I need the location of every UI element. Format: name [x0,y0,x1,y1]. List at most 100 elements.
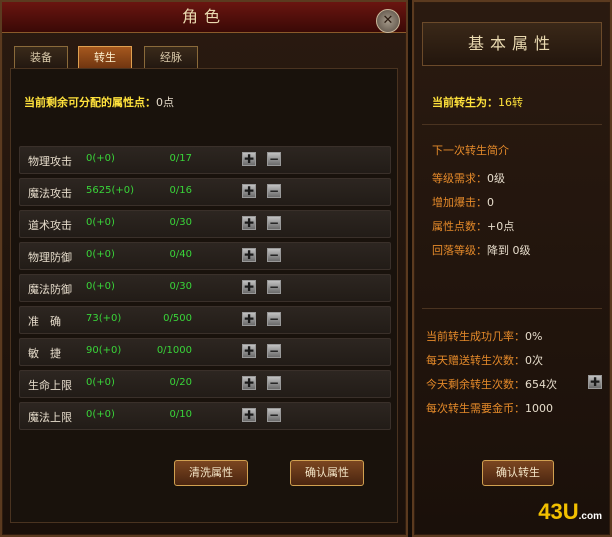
tab-rebirth[interactable]: 转生 [78,46,132,70]
attribute-value: 0(+0) [86,377,115,388]
level-req-value: 0级 [487,172,505,185]
minus-icon[interactable]: − [267,408,281,422]
minus-icon[interactable]: − [267,312,281,326]
attribute-progress: 0/500 [163,313,192,324]
attribute-progress: 0/10 [169,409,192,420]
success-rate-line: 当前转生成功几率：0% [426,328,542,344]
minus-icon[interactable]: − [267,280,281,294]
attribute-progress: 0/16 [169,185,192,196]
points-value: 0点 [156,96,174,109]
panel-title: 角色 [2,2,406,33]
level-req-line: 等级需求：0级 [432,170,505,186]
confirm-attributes-button[interactable]: 确认属性 [290,460,364,486]
attribute-value: 5625(+0) [86,185,134,196]
logo-text: 43U [538,499,579,524]
points-line-right: 属性点数：+0点 [432,218,514,234]
current-rebirth-line: 当前转生为：16转 [432,94,523,110]
points-label: 当前剩余可分配的属性点： [24,96,156,109]
attribute-row: 敏 捷 90(+0) 0/1000 ✚ − [19,338,391,366]
current-rebirth-label: 当前转生为： [432,96,498,109]
crit-label: 增加爆击： [432,196,487,209]
attribute-row: 魔法攻击 5625(+0) 0/16 ✚ − [19,178,391,206]
plus-icon[interactable]: ✚ [242,184,256,198]
gold-value: 1000 [525,402,553,415]
success-rate-value: 0% [525,330,543,343]
divider [422,124,602,125]
attribute-value: 73(+0) [86,313,122,324]
drop-level-label: 回落等级： [432,244,487,257]
drop-level-value: 降到 0级 [487,244,531,257]
success-rate-label: 当前转生成功几率： [426,330,525,343]
attribute-progress: 0/40 [169,249,192,260]
attribute-value: 0(+0) [86,217,115,228]
plus-icon[interactable]: ✚ [242,408,256,422]
logo-suffix: .com [578,511,602,522]
level-req-label: 等级需求： [432,172,487,185]
attribute-name: 物理攻击 [28,155,72,168]
attribute-progress: 0/30 [169,217,192,228]
minus-icon[interactable]: − [267,344,281,358]
daily-gift-value: 0次 [525,354,543,367]
daily-gift-label: 每天赠送转生次数： [426,354,525,367]
attribute-name: 生命上限 [28,379,72,392]
attribute-value: 90(+0) [86,345,122,356]
plus-icon[interactable]: ✚ [242,344,256,358]
minus-icon[interactable]: − [267,376,281,390]
attribute-value: 0(+0) [86,409,115,420]
attribute-row: 魔法防御 0(+0) 0/30 ✚ − [19,274,391,302]
attribute-progress: 0/30 [169,281,192,292]
gold-label: 每次转生需要金币： [426,402,525,415]
site-logo: 43U.com [538,499,602,525]
basic-attributes-panel: 基本属性 当前转生为：16转 下一次转生简介 等级需求：0级 增加爆击：0 属性… [412,0,612,537]
points-label-right: 属性点数： [432,220,487,233]
attribute-name: 魔法防御 [28,283,72,296]
remaining-label: 今天剩余转生次数： [426,378,525,391]
current-rebirth-value: 16转 [498,96,523,109]
add-rebirth-count-plus-icon[interactable]: ✚ [588,375,602,389]
plus-icon[interactable]: ✚ [242,312,256,326]
plus-icon[interactable]: ✚ [242,248,256,262]
attribute-row: 物理防御 0(+0) 0/40 ✚ − [19,242,391,270]
attribute-row: 魔法上限 0(+0) 0/10 ✚ − [19,402,391,430]
tab-equipment[interactable]: 装备 [14,46,68,70]
attribute-name: 物理防御 [28,251,72,264]
attribute-row: 生命上限 0(+0) 0/20 ✚ − [19,370,391,398]
remaining-value: 654次 [525,378,557,391]
close-icon[interactable]: ✕ [376,9,400,33]
attribute-name: 准 确 [28,315,61,328]
attribute-row: 道术攻击 0(+0) 0/30 ✚ − [19,210,391,238]
plus-icon[interactable]: ✚ [242,216,256,230]
character-panel: 角色 ✕ 装备 转生 经脉 当前剩余可分配的属性点：0点 物理攻击 0(+0) 0/… [0,0,408,537]
attribute-row: 物理攻击 0(+0) 0/17 ✚ − [19,146,391,174]
attribute-value: 0(+0) [86,249,115,260]
points-line: 当前剩余可分配的属性点：0点 [24,94,174,110]
confirm-rebirth-button[interactable]: 确认转生 [482,460,554,486]
attribute-name: 道术攻击 [28,219,72,232]
gold-line: 每次转生需要金币：1000 [426,400,553,416]
divider-2 [422,308,602,309]
attribute-row: 准 确 73(+0) 0/500 ✚ − [19,306,391,334]
attribute-value: 0(+0) [86,153,115,164]
attribute-name: 魔法上限 [28,411,72,424]
drop-level-line: 回落等级：降到 0级 [432,242,531,258]
crit-line: 增加爆击：0 [432,194,494,210]
attribute-progress: 0/1000 [156,345,192,356]
attribute-value: 0(+0) [86,281,115,292]
minus-icon[interactable]: − [267,248,281,262]
tab-meridian[interactable]: 经脉 [144,46,198,70]
plus-icon[interactable]: ✚ [242,376,256,390]
attribute-name: 魔法攻击 [28,187,72,200]
plus-icon[interactable]: ✚ [242,280,256,294]
attribute-progress: 0/17 [169,153,192,164]
remaining-line: 今天剩余转生次数：654次 [426,376,557,392]
attribute-progress: 0/20 [169,377,192,388]
right-panel-title: 基本属性 [422,22,602,66]
plus-icon[interactable]: ✚ [242,152,256,166]
minus-icon[interactable]: − [267,216,281,230]
minus-icon[interactable]: − [267,184,281,198]
minus-icon[interactable]: − [267,152,281,166]
reset-attributes-button[interactable]: 清洗属性 [174,460,248,486]
attribute-name: 敏 捷 [28,347,61,360]
daily-gift-line: 每天赠送转生次数：0次 [426,352,543,368]
crit-value: 0 [487,196,494,209]
